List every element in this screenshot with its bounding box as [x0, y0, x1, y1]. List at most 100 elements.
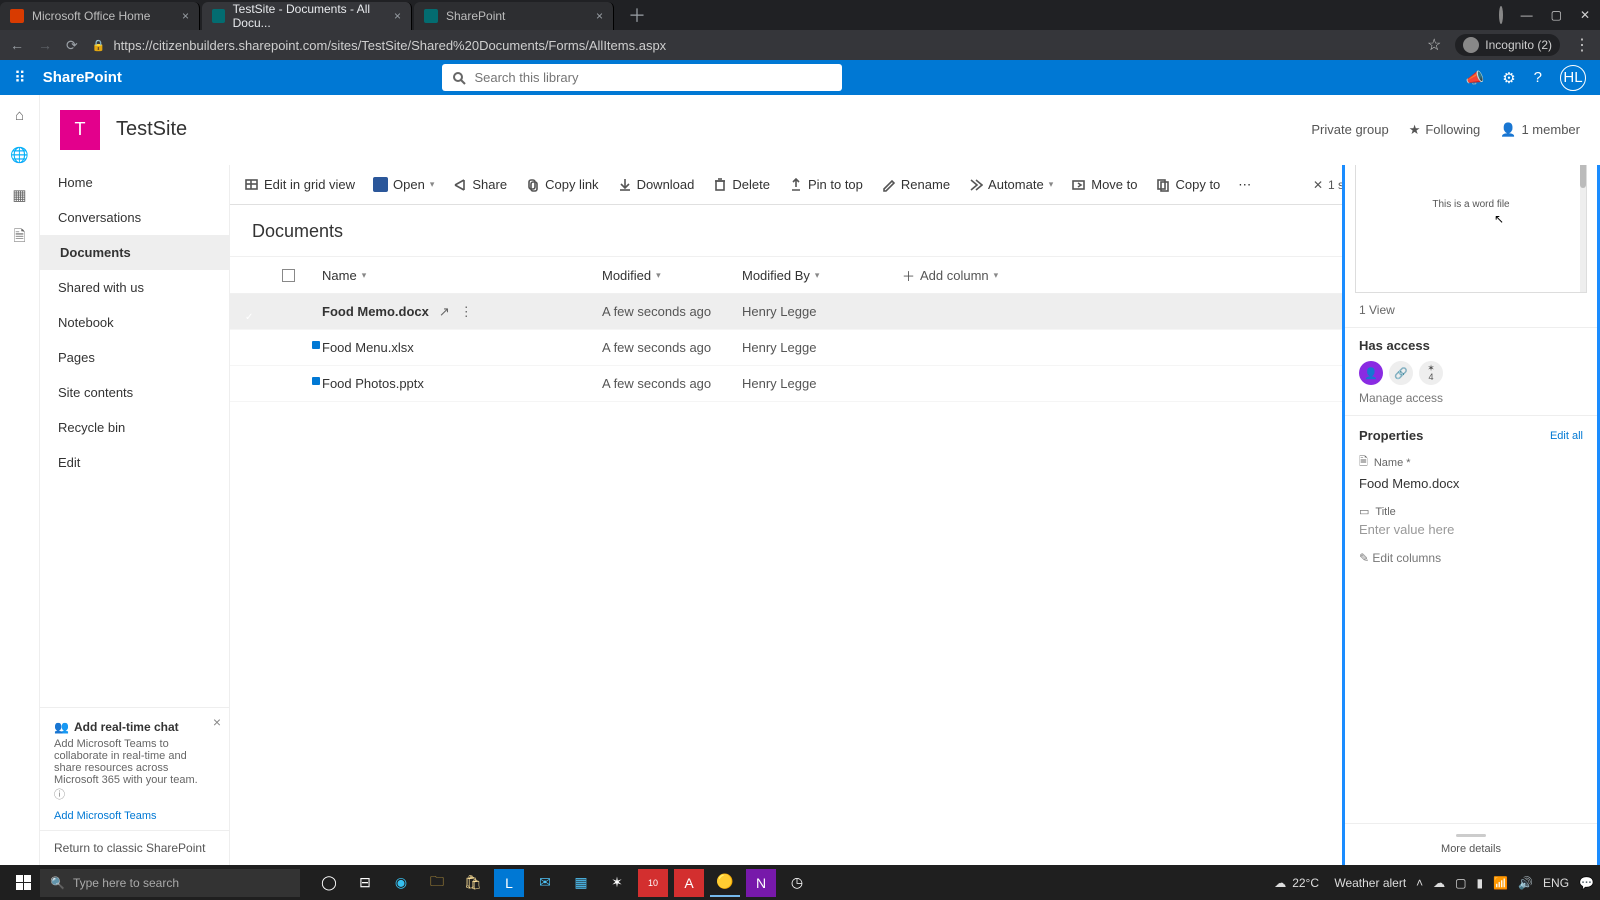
nav-item-shared-with-us[interactable]: Shared with us [40, 270, 229, 305]
chrome-account-icon[interactable] [1499, 8, 1503, 22]
tab-close-icon[interactable]: × [394, 9, 401, 23]
notifications-tray-icon[interactable]: 💬 [1579, 876, 1594, 890]
access-user-avatar[interactable]: 👤 [1359, 361, 1383, 385]
edit-grid-button[interactable]: Edit in grid view [244, 177, 355, 192]
cortana-icon[interactable]: ⊟ [350, 869, 380, 897]
app-icon-blue[interactable]: L [494, 869, 524, 897]
language-indicator[interactable]: ENG [1543, 876, 1569, 890]
settings-gear-icon[interactable]: ⚙ [1502, 69, 1515, 87]
onedrive-tray-icon[interactable]: ☁ [1433, 876, 1445, 890]
window-minimize[interactable]: ― [1521, 8, 1533, 22]
tray-chevron-icon[interactable]: ˄ [1416, 876, 1423, 890]
task-view-icon[interactable]: ◯ [314, 869, 344, 897]
nav-item-site-contents[interactable]: Site contents [40, 375, 229, 410]
file-preview[interactable]: This is a word file ↖ [1355, 143, 1587, 293]
file-name[interactable]: Food Menu.xlsx [322, 340, 414, 355]
add-column-button[interactable]: ＋ Add column ▾ [902, 266, 1102, 285]
site-logo[interactable]: T [60, 110, 100, 150]
overflow-button[interactable]: ⋯ [1238, 177, 1251, 193]
property-title-value[interactable]: Enter value here [1359, 522, 1583, 537]
incognito-indicator[interactable]: Incognito (2) [1455, 34, 1560, 56]
onenote-icon[interactable]: N [746, 869, 776, 897]
user-avatar[interactable]: HL [1560, 65, 1586, 91]
access-link-icon[interactable]: 🔗 [1389, 361, 1413, 385]
resize-grip-icon[interactable] [1456, 834, 1486, 837]
suite-product-name[interactable]: SharePoint [43, 69, 122, 86]
share-row-icon[interactable]: ↗ [439, 304, 450, 320]
delete-button[interactable]: Delete [712, 177, 770, 192]
app-icon-dark[interactable]: ✶ [602, 869, 632, 897]
nav-back-icon[interactable]: ← [10, 37, 24, 53]
nav-item-pages[interactable]: Pages [40, 340, 229, 375]
bookmark-star-icon[interactable]: ☆ [1427, 35, 1441, 55]
preview-scrollbar[interactable] [1580, 144, 1586, 292]
edit-all-link[interactable]: Edit all [1550, 430, 1583, 442]
clock-icon[interactable]: ◷ [782, 869, 812, 897]
app-launcher-icon[interactable]: ⠿ [14, 68, 25, 88]
rename-button[interactable]: Rename [881, 177, 950, 192]
row-menu-icon[interactable]: ⋮ [460, 304, 473, 320]
column-header-modifiedby[interactable]: Modified By ▾ [742, 268, 902, 283]
search-box[interactable] [442, 64, 842, 91]
following-button[interactable]: ★ Following [1409, 122, 1481, 138]
home-rail-icon[interactable]: ⌂ [15, 107, 24, 124]
column-header-type[interactable] [282, 269, 322, 282]
volume-tray-icon[interactable]: 🔊 [1518, 876, 1533, 890]
address-url[interactable]: https://citizenbuilders.sharepoint.com/s… [113, 38, 666, 53]
pin-button[interactable]: Pin to top [788, 177, 863, 192]
new-tab-button[interactable]: ＋ [616, 2, 658, 28]
browser-tab[interactable]: Microsoft Office Home× [0, 2, 200, 30]
open-button[interactable]: Open ▾ [373, 177, 434, 192]
nav-item-recycle-bin[interactable]: Recycle bin [40, 410, 229, 445]
help-icon[interactable]: ? [1534, 69, 1542, 86]
taskbar-search[interactable]: 🔍 Type here to search [40, 869, 300, 897]
nav-reload-icon[interactable]: ⟳ [66, 37, 78, 54]
return-classic-link[interactable]: Return to classic SharePoint [40, 830, 229, 865]
browser-tab[interactable]: TestSite - Documents - All Docu...× [202, 2, 412, 30]
column-header-modified[interactable]: Modified ▾ [602, 268, 742, 283]
chrome-icon[interactable]: 🟡 [710, 869, 740, 897]
moveto-button[interactable]: Move to [1071, 177, 1137, 192]
search-input[interactable] [474, 70, 832, 85]
window-close[interactable]: ✕ [1580, 8, 1590, 22]
download-button[interactable]: Download [617, 177, 695, 192]
nav-item-home[interactable]: Home [40, 165, 229, 200]
copylink-button[interactable]: Copy link [525, 177, 598, 192]
edit-columns-link[interactable]: ✎ Edit columns [1359, 551, 1441, 565]
globe-rail-icon[interactable]: 🌐 [10, 146, 29, 164]
files-rail-icon[interactable]: 🗎 [13, 226, 25, 251]
wifi-tray-icon[interactable]: 📶 [1493, 876, 1508, 890]
file-name[interactable]: Food Photos.pptx [322, 376, 424, 391]
explorer-icon[interactable]: 🗀 [422, 869, 452, 897]
weather-widget[interactable]: ☁ 22°C Weather alert [1274, 876, 1406, 890]
mail-icon[interactable]: ✉ [530, 869, 560, 897]
acrobat-icon[interactable]: A [674, 869, 704, 897]
start-button[interactable] [6, 875, 40, 890]
nav-item-edit[interactable]: Edit [40, 445, 229, 480]
tab-close-icon[interactable]: × [596, 9, 603, 23]
store-icon[interactable]: 🛍 [458, 869, 488, 897]
more-details[interactable]: More details [1345, 823, 1597, 865]
window-maximize[interactable]: ▢ [1551, 8, 1562, 22]
nav-item-notebook[interactable]: Notebook [40, 305, 229, 340]
access-group-icon[interactable]: ✶4 [1419, 361, 1443, 385]
nav-forward-icon[interactable]: → [38, 37, 52, 53]
add-teams-link[interactable]: Add Microsoft Teams [54, 810, 215, 822]
info-icon[interactable]: ⓘ [54, 789, 65, 801]
meet-now-icon[interactable]: ▢ [1455, 876, 1466, 890]
copyto-button[interactable]: Copy to [1155, 177, 1220, 192]
browser-tab[interactable]: SharePoint× [414, 2, 614, 30]
battery-tray-icon[interactable]: ▮ [1477, 876, 1484, 890]
chrome-menu-icon[interactable]: ⋮ [1574, 35, 1590, 55]
manage-access-link[interactable]: Manage access [1359, 391, 1443, 405]
property-name-value[interactable]: Food Memo.docx [1359, 476, 1583, 491]
site-name[interactable]: TestSite [116, 118, 187, 141]
column-header-name[interactable]: Name ▾ [322, 268, 602, 283]
edge-icon[interactable]: ◉ [386, 869, 416, 897]
teams-promo-close-icon[interactable]: × [213, 714, 221, 730]
members-button[interactable]: 👤 1 member [1500, 122, 1580, 138]
app-icon-red[interactable]: 10 [638, 869, 668, 897]
tab-close-icon[interactable]: × [182, 9, 189, 23]
share-button[interactable]: Share [452, 177, 507, 192]
nav-item-documents[interactable]: Documents [40, 235, 229, 270]
